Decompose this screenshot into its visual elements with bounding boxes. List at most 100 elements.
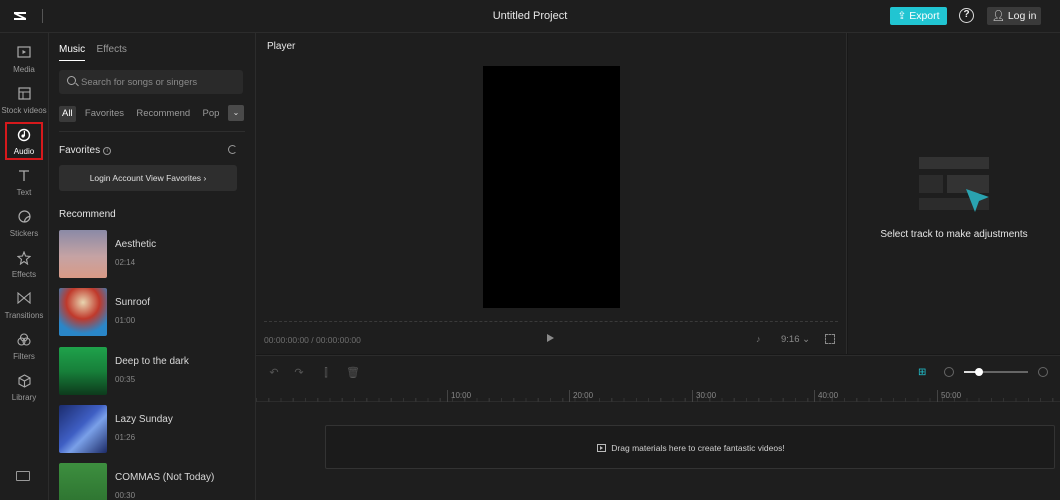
upload-icon: ⇪ xyxy=(897,10,907,22)
sidebar-item-label: Filters xyxy=(13,352,35,361)
sidebar-item-label: Effects xyxy=(11,270,37,279)
zoom-slider-handle[interactable] xyxy=(975,368,983,376)
login-view-favorites-button[interactable]: Login Account View Favorites › xyxy=(59,165,237,191)
play-icon[interactable] xyxy=(547,334,554,342)
fullscreen-icon[interactable] xyxy=(825,334,835,344)
song-duration: 02:14 xyxy=(115,258,136,267)
sidebar-item-media[interactable]: Media xyxy=(0,43,48,81)
aspect-ratio-value: 9:16 xyxy=(781,334,800,345)
login-label: Log in xyxy=(1007,10,1037,22)
song-item[interactable]: Lazy Sunday 01:26 xyxy=(59,405,245,453)
stock-videos-icon xyxy=(0,87,48,105)
filter-recommend[interactable]: Recommend xyxy=(133,106,193,122)
undo-icon[interactable]: ↶ xyxy=(268,367,280,379)
media-icon xyxy=(0,46,48,64)
adjustments-empty-message: Select track to make adjustments xyxy=(880,229,1028,240)
audio-panel: Music Effects All Favorites Recommend Po… xyxy=(49,33,256,500)
timeline-drop-zone[interactable]: Drag materials here to create fantastic … xyxy=(325,425,1055,469)
keyboard-shortcuts-icon[interactable] xyxy=(16,471,30,481)
adjustments-panel: Select track to make adjustments xyxy=(848,33,1060,354)
sidebar-item-stock-videos[interactable]: Stock videos xyxy=(0,84,48,122)
song-title: COMMAS (Not Today) xyxy=(115,472,215,483)
song-title: Aesthetic xyxy=(115,239,157,250)
timeline-ruler[interactable]: 10:00 20:00 30:00 40:00 50:00 xyxy=(256,386,1060,402)
zoom-out-icon[interactable] xyxy=(944,367,954,377)
filter-pop[interactable]: Pop xyxy=(200,106,223,122)
help-button[interactable]: ? xyxy=(959,8,974,23)
empty-state-illustration xyxy=(919,157,989,212)
search-box xyxy=(59,70,243,94)
snap-icon[interactable]: ⊞ xyxy=(918,368,930,378)
sidebar-item-label: Stock videos xyxy=(1,106,47,115)
song-item[interactable]: Deep to the dark 00:35 xyxy=(59,347,245,395)
top-bar: Untitled Project ⇪ Export ? 👤︎ Log in xyxy=(0,0,1060,33)
sidebar-item-text[interactable]: Text xyxy=(0,166,48,204)
text-icon xyxy=(0,169,48,187)
sidebar-item-label: Text xyxy=(16,188,32,197)
filters-icon xyxy=(0,333,48,351)
sidebar-item-effects[interactable]: Effects xyxy=(0,248,48,286)
sidebar-item-filters[interactable]: Filters xyxy=(0,330,48,368)
aspect-ratio-select[interactable]: 9:16 ⌄ xyxy=(781,334,810,345)
recommend-heading: Recommend xyxy=(59,209,116,220)
ruler-label: 50:00 xyxy=(937,390,961,402)
drop-zone-message: Drag materials here to create fantastic … xyxy=(326,443,1056,453)
redo-icon[interactable]: ↷ xyxy=(293,367,305,379)
song-item[interactable]: COMMAS (Not Today) 00:30 xyxy=(59,463,245,500)
album-cover xyxy=(59,405,107,453)
filter-all[interactable]: All xyxy=(59,106,76,122)
timecode: 00:00:00:00 / 00:00:00:00 xyxy=(264,335,361,345)
left-sidebar: Media Stock videos Audio Text Stickers E… xyxy=(0,33,49,500)
chevron-down-icon: ⌄ xyxy=(232,108,240,117)
effects-icon xyxy=(0,250,48,269)
export-label: Export xyxy=(909,10,940,22)
song-duration: 00:35 xyxy=(115,375,136,384)
info-icon[interactable]: i xyxy=(103,147,112,155)
tab-effects[interactable]: Effects xyxy=(96,44,126,60)
stickers-icon xyxy=(0,210,48,228)
chevron-down-icon: ⌄ xyxy=(802,334,811,345)
transitions-icon xyxy=(0,291,48,310)
sidebar-item-label: Stickers xyxy=(9,229,39,238)
library-icon xyxy=(0,374,48,392)
album-cover xyxy=(59,288,107,336)
delete-icon[interactable]: 🗑︎ xyxy=(346,367,360,379)
sidebar-item-label: Media xyxy=(13,65,35,74)
song-duration: 01:26 xyxy=(115,433,136,442)
song-duration: 01:00 xyxy=(115,316,136,325)
login-button[interactable]: 👤︎ Log in xyxy=(987,7,1041,25)
favorites-title: Favorites xyxy=(59,145,101,156)
timeline-panel: ↶ ↷ ⫿ 🗑︎ ⊞ 10:00 20:00 30:00 40:00 50:00… xyxy=(256,355,1060,500)
divider xyxy=(59,131,245,132)
sidebar-item-stickers[interactable]: Stickers xyxy=(0,207,48,245)
song-item[interactable]: Sunroof 01:00 xyxy=(59,288,245,336)
preview-canvas[interactable] xyxy=(483,66,620,308)
tiktok-icon[interactable]: ♪ xyxy=(756,334,761,344)
user-icon: 👤︎ xyxy=(991,10,1005,22)
refresh-icon[interactable] xyxy=(228,145,237,154)
filter-favorites[interactable]: Favorites xyxy=(82,106,127,122)
zoom-in-icon[interactable] xyxy=(1038,367,1048,377)
export-button[interactable]: ⇪ Export xyxy=(890,7,947,25)
player-panel: Player 00:00:00:00 / 00:00:00:00 ♪ 9:16 … xyxy=(256,33,847,354)
song-title: Sunroof xyxy=(115,297,151,308)
tab-music[interactable]: Music xyxy=(59,44,86,61)
album-cover xyxy=(59,347,107,395)
song-duration: 00:30 xyxy=(115,491,136,500)
sidebar-item-transitions[interactable]: Transitions xyxy=(0,289,48,327)
ruler-label: 20:00 xyxy=(569,390,593,402)
more-categories-dropdown[interactable]: ⌄ xyxy=(228,105,244,121)
song-title: Lazy Sunday xyxy=(115,414,173,425)
ruler-label: 30:00 xyxy=(692,390,716,402)
video-icon xyxy=(597,444,607,452)
ruler-label: 40:00 xyxy=(814,390,838,402)
player-title: Player xyxy=(267,41,296,52)
song-item[interactable]: Aesthetic 02:14 xyxy=(59,230,245,278)
sidebar-item-library[interactable]: Library xyxy=(0,371,48,409)
ruler-label: 10:00 xyxy=(447,390,471,402)
album-cover xyxy=(59,230,107,278)
drop-message-text: Drag materials here to create fantastic … xyxy=(611,443,785,453)
split-icon[interactable]: ⫿ xyxy=(320,367,332,379)
search-input[interactable] xyxy=(81,74,231,90)
playback-scrubber[interactable] xyxy=(264,321,838,322)
